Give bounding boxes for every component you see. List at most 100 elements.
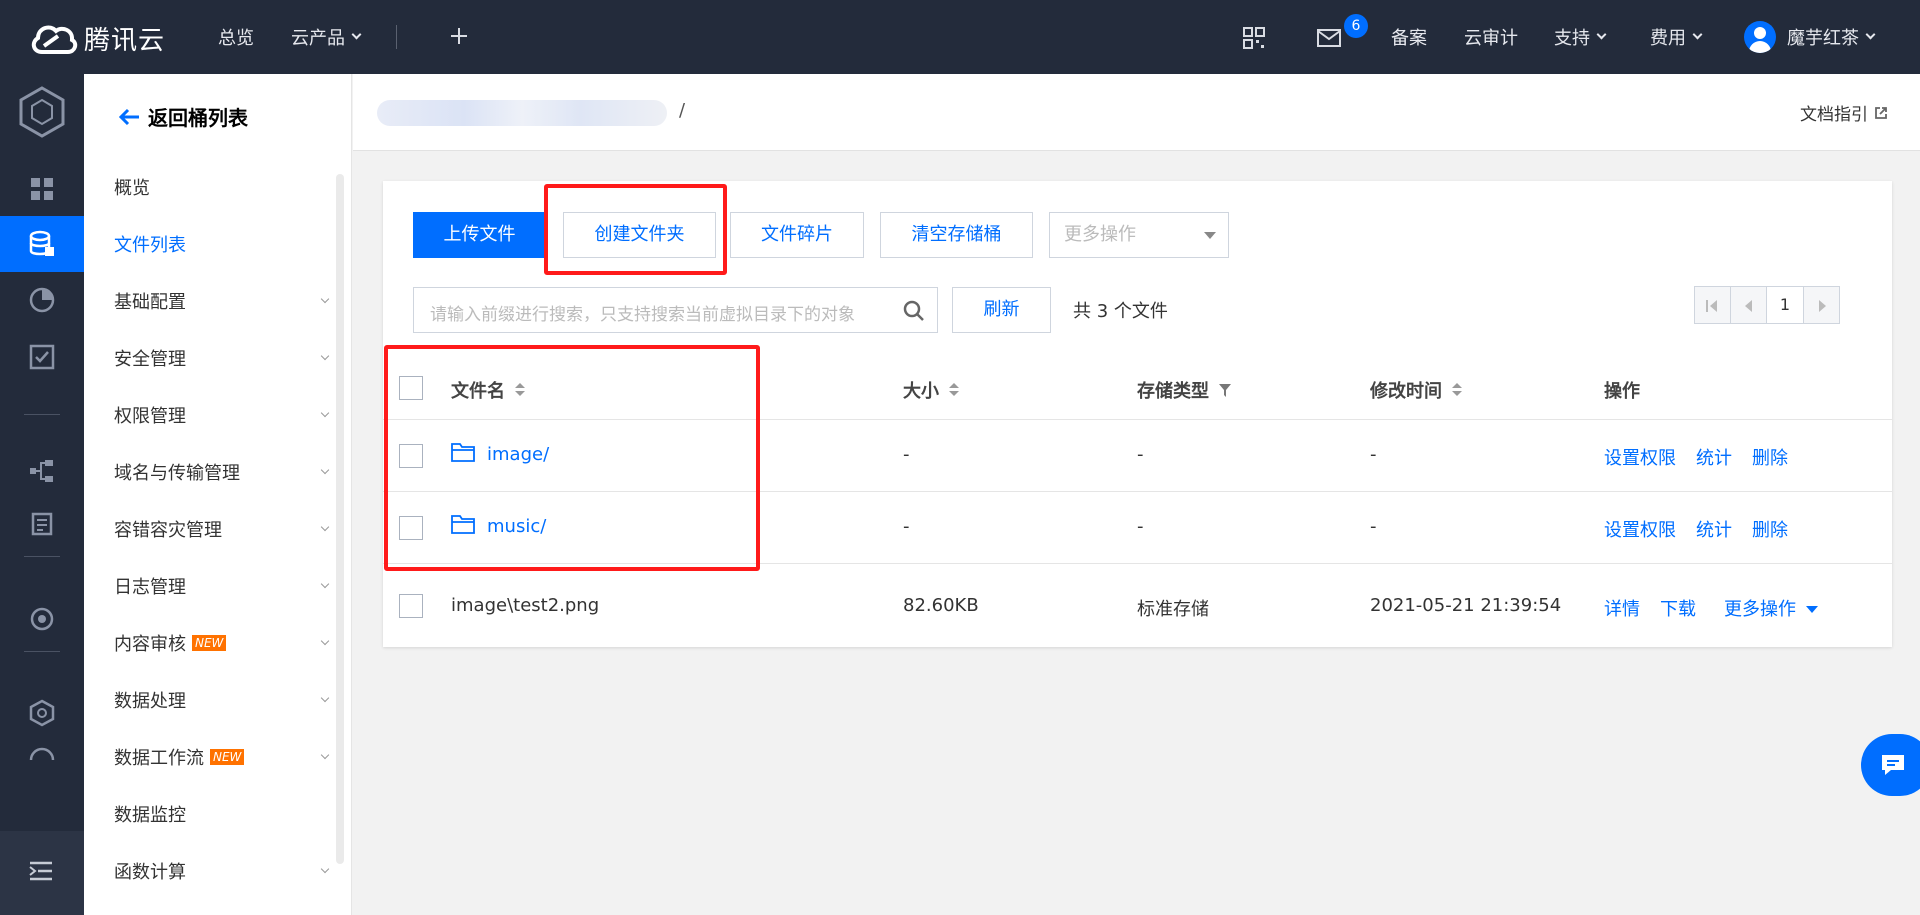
sidebar-item-data-processing[interactable]: 数据处理 <box>114 685 330 715</box>
nav-products-dropdown[interactable]: 云产品 <box>291 0 362 74</box>
sort-icon[interactable] <box>1452 383 1462 397</box>
sidebar-item-label: 文件列表 <box>114 235 186 256</box>
sidebar-item-basic-config[interactable]: 基础配置 <box>114 286 330 316</box>
pie-chart-icon[interactable] <box>27 285 57 315</box>
row-more-operations-label: 更多操作 <box>1724 599 1796 620</box>
page-number-input[interactable]: 1 <box>1766 286 1804 324</box>
refresh-button[interactable]: 刷新 <box>952 287 1051 333</box>
nav-user-dropdown[interactable]: 魔芋红茶 <box>1787 0 1876 74</box>
chevron-down-icon <box>320 465 330 475</box>
statistics-link[interactable]: 统计 <box>1696 516 1732 542</box>
file-count: 共 3 个文件 <box>1073 301 1168 322</box>
back-to-bucket-list[interactable]: 返回桶列表 <box>118 102 248 131</box>
user-avatar[interactable] <box>1744 21 1776 53</box>
cell-storage-type: - <box>1137 516 1144 537</box>
cell-modified: - <box>1370 444 1377 465</box>
file-name[interactable]: image\test2.png <box>451 595 599 616</box>
add-shortcut-icon[interactable] <box>449 26 469 46</box>
chevron-down-icon <box>1596 29 1607 39</box>
sidebar-item-domain-transfer[interactable]: 域名与传输管理 <box>114 457 330 487</box>
user-name: 魔芋红茶 <box>1787 28 1859 49</box>
sidebar-scrollbar[interactable] <box>336 174 344 864</box>
nav-support-dropdown[interactable]: 支持 <box>1554 0 1607 74</box>
sidebar-item-label: 容错容灾管理 <box>114 520 222 541</box>
next-page-button[interactable] <box>1803 286 1840 324</box>
row-checkbox[interactable] <box>399 594 423 618</box>
clear-bucket-button[interactable]: 清空存储桶 <box>880 212 1033 258</box>
sidebar-item-disaster-recovery[interactable]: 容错容灾管理 <box>114 514 330 544</box>
sidebar-item-label: 安全管理 <box>114 349 186 370</box>
sidebar-item-permissions[interactable]: 权限管理 <box>114 400 330 430</box>
bucket-name-redacted <box>377 100 667 126</box>
prefix-search-input[interactable]: 请输入前缀进行搜索，只支持搜索当前虚拟目录下的对象 <box>413 287 938 333</box>
sidebar-item-file-list[interactable]: 文件列表 <box>114 229 304 259</box>
column-storage-type[interactable]: 存储类型 <box>1137 377 1231 403</box>
filter-icon[interactable] <box>1219 383 1231 397</box>
doc-guide-link[interactable]: 文档指引 <box>1800 100 1888 125</box>
pagination: 1 <box>1694 286 1840 324</box>
gauge-icon[interactable] <box>27 744 57 760</box>
floating-chat-button[interactable] <box>1861 734 1920 796</box>
delete-link[interactable]: 删除 <box>1752 516 1788 542</box>
dashboard-icon[interactable] <box>27 174 57 204</box>
nav-overview-label: 总览 <box>218 28 254 49</box>
nav-audit[interactable]: 云审计 <box>1464 0 1518 74</box>
download-link[interactable]: 下载 <box>1660 595 1696 621</box>
sidebar-item-data-monitoring[interactable]: 数据监控 <box>114 799 304 829</box>
file-fragments-button[interactable]: 文件碎片 <box>730 212 864 258</box>
search-icon[interactable] <box>903 300 925 322</box>
delete-link[interactable]: 删除 <box>1752 444 1788 470</box>
column-modified[interactable]: 修改时间 <box>1370 377 1462 403</box>
first-page-button[interactable] <box>1694 286 1731 324</box>
checklist-icon[interactable] <box>27 342 57 372</box>
sidebar-item-label: 数据处理 <box>114 691 186 712</box>
highlight-box-folders <box>384 345 760 571</box>
rail-collapse-area[interactable] <box>0 831 84 915</box>
column-size[interactable]: 大小 <box>903 377 959 403</box>
sidebar-item-security[interactable]: 安全管理 <box>114 343 330 373</box>
sidebar-item-logs[interactable]: 日志管理 <box>114 571 330 601</box>
row-more-operations[interactable]: 更多操作 <box>1724 595 1818 621</box>
nav-billing-dropdown[interactable]: 费用 <box>1650 0 1703 74</box>
rail-divider <box>24 414 60 415</box>
sidebar-item-label: 函数计算 <box>114 862 186 883</box>
qrcode-icon[interactable] <box>1243 27 1265 49</box>
mail-icon[interactable] <box>1317 29 1341 47</box>
top-navbar: 腾讯云 总览 云产品 6 备案 云审计 支持 费用 魔芋红茶 <box>0 0 1920 74</box>
sidebar-item-function-compute[interactable]: 函数计算 <box>114 856 330 886</box>
details-link[interactable]: 详情 <box>1604 595 1640 621</box>
prev-page-icon <box>1745 300 1752 312</box>
cube-product-icon[interactable] <box>18 86 66 138</box>
set-permission-link[interactable]: 设置权限 <box>1604 516 1676 542</box>
sidebar-item-content-audit[interactable]: 内容审核 NEW <box>114 628 330 658</box>
document-list-icon[interactable] <box>27 508 57 538</box>
chevron-down-icon <box>320 693 330 703</box>
statistics-link[interactable]: 统计 <box>1696 444 1732 470</box>
cell-size: 82.60KB <box>903 595 979 616</box>
hexagon-icon[interactable] <box>27 698 57 728</box>
brand-logo[interactable]: 腾讯云 <box>28 18 165 58</box>
nav-beian[interactable]: 备案 <box>1391 0 1427 74</box>
nav-divider <box>396 25 397 49</box>
first-page-icon <box>1706 300 1708 312</box>
storage-bucket-icon[interactable] <box>27 229 57 259</box>
hierarchy-icon[interactable] <box>27 456 57 486</box>
target-icon[interactable] <box>27 604 57 634</box>
sidebar-item-label: 概览 <box>114 178 150 199</box>
collapse-menu-icon[interactable] <box>28 860 54 882</box>
sidebar-item-overview[interactable]: 概览 <box>114 172 304 202</box>
breadcrumb-bar: / 文档指引 <box>353 74 1920 151</box>
more-operations-dropdown[interactable]: 更多操作 <box>1049 212 1229 258</box>
upload-file-button[interactable]: 上传文件 <box>413 212 546 258</box>
chevron-down-icon <box>320 522 330 532</box>
cloud-logo-icon <box>31 25 78 54</box>
table-row: image\test2.png 82.60KB 标准存储 2021-05-21 … <box>383 564 1892 646</box>
prev-page-button[interactable] <box>1730 286 1767 324</box>
sort-icon[interactable] <box>949 383 959 397</box>
set-permission-link[interactable]: 设置权限 <box>1604 444 1676 470</box>
cell-storage-type: 标准存储 <box>1137 599 1209 620</box>
chevron-down-icon <box>351 29 362 39</box>
nav-overview[interactable]: 总览 <box>218 0 254 74</box>
chevron-down-icon <box>320 351 330 361</box>
sidebar-item-data-workflow[interactable]: 数据工作流 NEW <box>114 742 330 772</box>
